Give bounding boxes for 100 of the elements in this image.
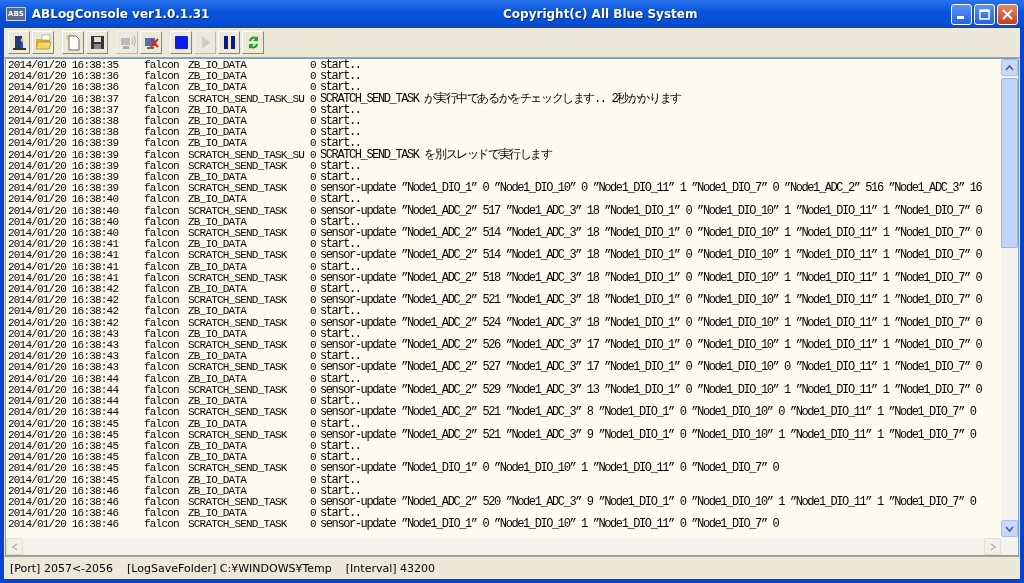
scroll-down-button[interactable]: [1001, 520, 1018, 537]
task-cell-text: SCRATCH_SEND_TASK: [188, 295, 288, 307]
code-cell-text: 0: [310, 306, 317, 318]
user-cell-text: falcon: [144, 250, 180, 262]
code-cell-text: 0: [310, 373, 317, 385]
timestamp-cell-text: 2014/01/20 16:38:41: [8, 250, 120, 262]
task-cell-text: ZB_IO_DATA: [188, 71, 248, 83]
user-cell-text: falcon: [144, 508, 180, 520]
user-cell-text: falcon: [144, 496, 180, 508]
task-cell-text: SCRATCH_SEND_TASK: [188, 340, 288, 352]
task-cell-text: SCRATCH_SEND_TASK: [188, 250, 288, 262]
task-cell-text: ZB_IO_DATA: [188, 328, 248, 341]
task-cell-text: SCRATCH_SEND_TASK: [188, 407, 288, 419]
message-cell-text: SCRATCH_SEND_TASK を別スレッドで実行します: [320, 149, 553, 161]
refresh-button[interactable]: [242, 31, 264, 54]
message-cell-text: start..: [320, 82, 361, 94]
disconnect-button[interactable]: [140, 31, 162, 54]
timestamp-cell-text: 2014/01/20 16:38:42: [8, 284, 120, 296]
message-cell-text: sensor-update ”Node1_DIO_1” 0 ”Node1_DIO_10” 1 ”Node1_DIO_11” 0 ”Node1_DIO_7” 0: [320, 519, 780, 531]
timestamp-cell-text: 2014/01/20 16:38:45: [8, 474, 120, 486]
exit-button[interactable]: [8, 31, 30, 54]
task-cell-text: ZB_IO_DATA: [188, 104, 248, 116]
task-cell-text: ZB_IO_DATA: [188, 373, 248, 385]
message-cell-text: start..: [320, 474, 361, 486]
timestamp-cell-text: 2014/01/20 16:38:41: [8, 272, 120, 284]
chevron-right-icon: [988, 542, 997, 551]
status-text: [Port] 2057<-2056: [10, 561, 114, 575]
task-cell-text: SCRATCH_SEND_TASK: [188, 272, 288, 285]
timestamp-cell-text: 2014/01/20 16:38:39: [8, 160, 120, 172]
message-cell-text: start..: [320, 261, 361, 273]
message-cell-text: start..: [320, 104, 362, 116]
code-cell-text: 0: [310, 228, 317, 240]
timestamp-cell-text: 2014/01/20 16:38:40: [8, 205, 120, 217]
user-cell-text: falcon: [144, 474, 180, 486]
open-log-button[interactable]: [32, 31, 54, 54]
task-cell-text: ZB_IO_DATA: [188, 138, 248, 150]
message-cell-text: start..: [320, 328, 361, 341]
code-cell-text: 0: [310, 328, 317, 341]
code-cell-text: 0: [310, 205, 317, 217]
message-cell-text: start..: [320, 418, 361, 430]
close-button[interactable]: [997, 3, 1018, 25]
task-cell-text: ZB_IO_DATA: [188, 396, 248, 408]
user-cell-text: falcon: [144, 116, 180, 127]
user-cell-text: falcon: [144, 373, 180, 385]
user-cell-text: falcon: [144, 160, 180, 172]
message-cell-text: sensor-update ”Node1_ADC_2” 521 ”Node1_ADC_3” 8 ”Node1_DIO_1” 0 ”Node1_DIO_10” 0 ”Node1_DIO_11” 1 ”Node1_DIO_7” 0: [320, 407, 978, 419]
code-cell-text: 0: [310, 474, 317, 486]
user-cell-text: falcon: [144, 519, 180, 531]
code-cell-text: 0: [310, 340, 317, 352]
stop-button[interactable]: [170, 31, 192, 54]
pause-button[interactable]: [218, 31, 240, 54]
code-cell-text: 0: [310, 284, 317, 296]
code-cell-text: 0: [310, 362, 317, 374]
code-cell-text: 0: [310, 60, 317, 72]
scroll-thumb[interactable]: [1001, 78, 1018, 248]
user-cell-text: falcon: [144, 452, 180, 464]
user-cell-text: falcon: [144, 138, 180, 150]
code-cell-text: 0: [310, 519, 317, 531]
task-cell-text: ZB_IO_DATA: [188, 452, 248, 464]
timestamp-cell-text: 2014/01/20 16:38:38: [8, 116, 120, 127]
code-cell-text: 0: [310, 272, 317, 285]
maximize-button[interactable]: [974, 3, 995, 25]
message-cell-text: start..: [320, 172, 361, 184]
timestamp-cell-text: 2014/01/20 16:38:42: [8, 317, 120, 329]
task-cell-text: SCRATCH_SEND_TASK: [188, 317, 288, 329]
task-cell-text: ZB_IO_DATA: [188, 474, 248, 486]
message-cell-text: sensor-update ”Node1_DIO_1” 0 ”Node1_DIO_10” 0 ”Node1_DIO_11” 1 ”Node1_DIO_7” 0 ”Node1_ADC_2” 516 ”Node1_ADC_3” 16: [320, 183, 983, 195]
timestamp-cell-text: 2014/01/20 16:38:44: [8, 384, 120, 396]
user-cell-text: falcon: [144, 71, 180, 83]
user-cell-text: falcon: [144, 149, 180, 161]
task-cell-text: ZB_IO_DATA: [188, 172, 248, 184]
save-button[interactable]: [86, 31, 108, 54]
scroll-up-button[interactable]: [1001, 59, 1018, 76]
timestamp-cell-text: 2014/01/20 16:38:46: [8, 519, 120, 531]
timestamp-cell-text: 2014/01/20 16:38:39: [8, 138, 120, 150]
user-cell-text: falcon: [144, 239, 180, 251]
code-cell-text: 0: [310, 116, 317, 128]
task-cell-text: ZB_IO_DATA: [188, 284, 248, 296]
message-cell-text: sensor-update ”Node1_ADC_2” 521 ”Node1_ADC_3” 9 ”Node1_DIO_1” 0 ”Node1_DIO_10” 1 ”Node1_DIO_11” 1 ”Node1_DIO_7” 0: [320, 429, 978, 441]
code-cell-text: 0: [310, 261, 317, 273]
timestamp-cell-text: 2014/01/20 16:38:45: [8, 452, 120, 464]
new-button[interactable]: [62, 31, 84, 54]
minimize-button[interactable]: [951, 3, 972, 25]
code-cell-text: 0: [310, 138, 317, 150]
message-cell-text: start..: [320, 194, 361, 206]
code-cell-text: 0: [310, 496, 317, 509]
message-cell-text: start..: [320, 373, 361, 385]
code-cell-text: 0: [310, 317, 317, 329]
code-cell-text: 0: [310, 194, 317, 206]
timestamp-cell-text: 2014/01/20 16:38:44: [8, 396, 120, 408]
message-cell-text: start..: [320, 239, 361, 251]
code-cell-text: 0: [310, 82, 317, 94]
user-cell-text: falcon: [144, 362, 180, 374]
vertical-scrollbar[interactable]: [1001, 59, 1018, 555]
timestamp-cell-text: 2014/01/20 16:38:38: [8, 127, 120, 139]
user-cell-text: falcon: [144, 396, 180, 408]
task-cell-text: ZB_IO_DATA: [188, 508, 248, 520]
user-cell-text: falcon: [144, 272, 180, 284]
status-text: [Interval] 43200: [345, 561, 436, 575]
task-cell-text: ZB_IO_DATA: [188, 306, 248, 318]
